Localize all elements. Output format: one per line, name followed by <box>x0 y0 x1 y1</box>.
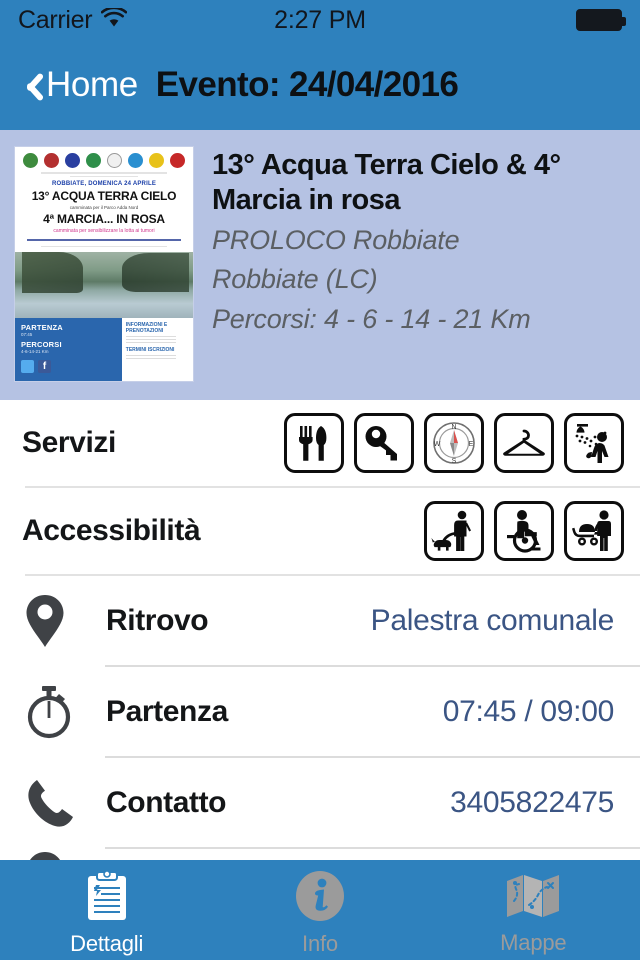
tab-label: Mappe <box>500 929 567 955</box>
phone-icon <box>24 777 106 829</box>
svg-text:W: W <box>434 441 441 448</box>
services-row: Servizi N S E W <box>0 400 640 486</box>
shower-icon[interactable] <box>564 413 624 473</box>
poster-sub-2: camminata per sensibilizzare la lotta ai… <box>53 228 155 234</box>
tab-info[interactable]: Info <box>213 860 426 960</box>
svg-text:S: S <box>452 458 457 465</box>
poster-info-head: INFORMAZIONI E PRENOTAZIONI <box>125 322 168 334</box>
twitter-icon <box>21 360 34 373</box>
map-pin-icon <box>24 593 106 649</box>
poster-text-line <box>41 245 167 247</box>
poster-partenza-value: 07:45 <box>21 332 33 337</box>
tab-dettagli[interactable]: Dettagli <box>0 860 213 960</box>
detail-row-ritrovo[interactable]: Ritrovo Palestra comunale <box>0 576 640 665</box>
tab-label: Dettagli <box>70 930 144 956</box>
poster-partenza-label: PARTENZA <box>21 323 63 332</box>
detail-label: Partenza <box>106 694 228 728</box>
restaurant-icon[interactable] <box>284 413 344 473</box>
detail-value[interactable]: 07:45 / 09:00 <box>443 695 640 729</box>
poster-iscrizioni-head: TERMINI ISCRIZIONI <box>125 347 175 353</box>
detail-label: Contatto <box>106 785 227 819</box>
svg-text:E: E <box>469 441 474 448</box>
facebook-icon: f <box>38 360 51 373</box>
tab-label: Info <box>302 930 338 956</box>
wheelchair-icon[interactable] <box>494 501 554 561</box>
detail-label: Ritrovo <box>106 603 209 637</box>
event-text-block: 13° Acqua Terra Cielo & 4° Marcia in ros… <box>194 146 626 386</box>
detail-row-partenza[interactable]: Partenza 07:45 / 09:00 <box>0 667 640 756</box>
info-circle-icon <box>294 870 346 927</box>
poster-landscape-photo <box>15 252 193 318</box>
event-poster-thumbnail[interactable]: ROBBIATE, DOMENICA 24 APRILE 13° ACQUA T… <box>14 146 194 382</box>
poster-info-block: PARTENZA 07:45 PERCORSI 4-6-14-21 Km f I… <box>15 318 193 381</box>
accessibility-label: Accessibilità <box>22 514 201 547</box>
poster-percorsi-label: PERCORSI <box>21 340 62 349</box>
poster-text-line <box>41 172 167 174</box>
battery-full-icon <box>576 9 626 31</box>
detail-value[interactable]: 3405822475 <box>450 786 640 820</box>
stopwatch-icon <box>24 684 106 740</box>
back-button-label: Home <box>46 65 138 104</box>
accessibility-icon-list <box>424 501 624 561</box>
key-deposit-icon[interactable] <box>354 413 414 473</box>
status-bar-clock: 2:27 PM <box>274 5 366 34</box>
tab-mappe[interactable]: Mappe <box>427 860 640 960</box>
navigation-bar: Home Evento: 24/04/2016 <box>0 40 640 130</box>
stroller-icon[interactable] <box>564 501 624 561</box>
bottom-tab-bar: Dettagli Info Mappe <box>0 860 640 960</box>
coat-hanger-icon[interactable] <box>494 413 554 473</box>
poster-percorsi-value: 4-6-14-21 Km <box>21 349 49 354</box>
map-folded-icon <box>505 871 561 926</box>
poster-headline-date: ROBBIATE, DOMENICA 24 APRILE <box>51 181 157 187</box>
event-header-card[interactable]: ROBBIATE, DOMENICA 24 APRILE 13° ACQUA T… <box>0 130 640 400</box>
detail-row-contatto[interactable]: Contatto 3405822475 <box>0 758 640 847</box>
event-organizer: PROLOCO Robbiate <box>212 224 460 255</box>
poster-departure-block: PARTENZA 07:45 PERCORSI 4-6-14-21 Km f <box>15 318 122 381</box>
clipboard-icon <box>84 869 130 927</box>
status-bar: Carrier 2:27 PM <box>0 0 640 40</box>
poster-text-line <box>70 175 138 177</box>
poster-text-line <box>27 239 181 241</box>
services-label: Servizi <box>22 426 116 459</box>
services-icon-list: N S E W <box>284 413 624 473</box>
back-button[interactable]: Home <box>16 65 138 105</box>
svg-text:N: N <box>451 424 456 431</box>
compass-icon[interactable]: N S E W <box>424 413 484 473</box>
poster-sub-1: camminata per il Parco Adda Nord <box>69 205 139 210</box>
app-screen: Carrier 2:27 PM Home Evento: 24/04/2016 <box>0 0 640 960</box>
event-location: Robbiate (LC) <box>212 264 378 295</box>
event-title: 13° Acqua Terra Cielo & 4° Marcia in ros… <box>212 149 561 217</box>
poster-contact-block: INFORMAZIONI E PRENOTAZIONI TERMINI ISCR… <box>121 318 193 381</box>
chevron-left-icon <box>16 68 42 102</box>
dog-friendly-icon[interactable] <box>424 501 484 561</box>
detail-value[interactable]: Palestra comunale <box>371 604 640 638</box>
poster-sponsor-logos <box>15 147 193 170</box>
poster-social-badges: f <box>21 360 116 373</box>
event-routes: Percorsi: 4 - 6 - 14 - 21 Km <box>212 304 531 334</box>
page-title: Evento: 24/04/2016 <box>155 65 459 104</box>
accessibility-row: Accessibilità <box>0 488 640 574</box>
poster-headline-1: 13° ACQUA TERRA CIELO <box>31 189 177 203</box>
poster-headline-2: 4ª MARCIA... IN ROSA <box>43 212 165 226</box>
status-bar-right <box>576 9 626 31</box>
